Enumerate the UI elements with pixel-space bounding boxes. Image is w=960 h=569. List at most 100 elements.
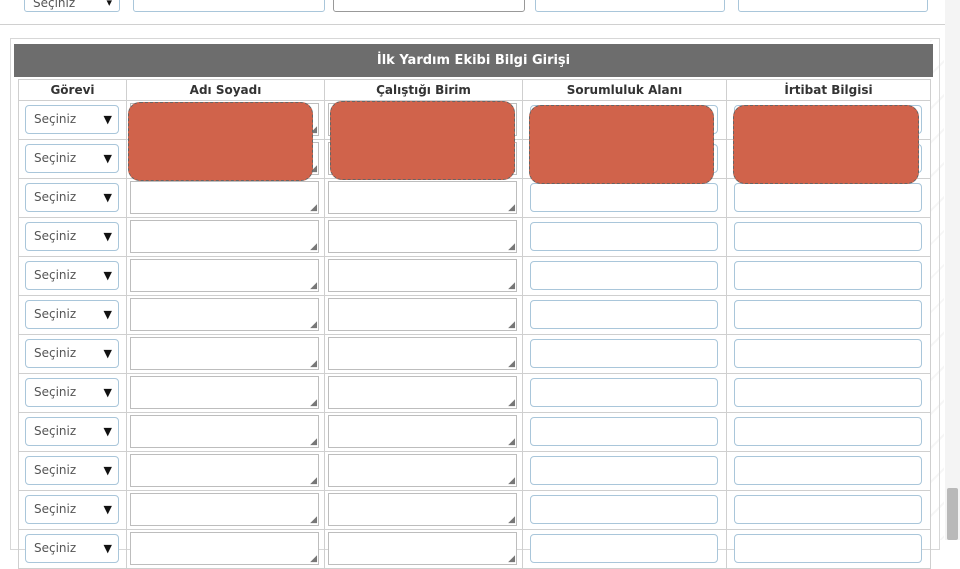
role-select[interactable]: Seçiniz ▼ xyxy=(25,222,119,251)
select-value: Seçiniz xyxy=(34,541,77,555)
resize-handle-icon[interactable]: ◢ xyxy=(310,477,317,486)
contact-input[interactable] xyxy=(734,417,922,446)
contact-input[interactable] xyxy=(734,339,922,368)
resize-handle-icon[interactable]: ◢ xyxy=(310,360,317,369)
resize-handle-icon[interactable]: ◢ xyxy=(508,204,515,213)
responsibility-input[interactable] xyxy=(530,417,718,446)
name-cell: ◢ xyxy=(126,490,325,530)
responsibility-cell xyxy=(522,256,727,296)
chevron-down-icon: ▼ xyxy=(103,386,112,399)
table-row: Seçiniz ▼ ◢ ◢ xyxy=(18,490,931,530)
previous-contact-input[interactable] xyxy=(738,0,928,12)
unit-textarea[interactable]: ◢ xyxy=(328,415,517,448)
column-header-name: Adı Soyadı xyxy=(126,79,325,101)
chevron-down-icon: ▼ xyxy=(103,542,112,555)
contact-input[interactable] xyxy=(734,534,922,563)
name-textarea[interactable]: ◢ xyxy=(130,337,319,370)
select-value: Seçiniz xyxy=(34,151,77,165)
name-cell: ◢ xyxy=(126,373,325,413)
name-textarea[interactable]: ◢ xyxy=(130,259,319,292)
role-cell: Seçiniz ▼ xyxy=(18,217,127,257)
chevron-down-icon: ▼ xyxy=(103,347,112,360)
name-textarea[interactable]: ◢ xyxy=(130,376,319,409)
role-select[interactable]: Seçiniz ▼ xyxy=(25,144,119,173)
name-textarea[interactable]: ◢ xyxy=(130,415,319,448)
resize-handle-icon[interactable]: ◢ xyxy=(508,399,515,408)
resize-handle-icon[interactable]: ◢ xyxy=(310,282,317,291)
name-textarea[interactable]: ◢ xyxy=(130,181,319,214)
name-cell: ◢ xyxy=(126,256,325,296)
previous-area-input[interactable] xyxy=(535,0,725,12)
contact-input[interactable] xyxy=(734,261,922,290)
role-select[interactable]: Seçiniz ▼ xyxy=(25,495,119,524)
resize-handle-icon[interactable]: ◢ xyxy=(508,321,515,330)
unit-textarea[interactable]: ◢ xyxy=(328,493,517,526)
previous-name-textarea[interactable] xyxy=(133,0,325,12)
name-textarea[interactable]: ◢ xyxy=(130,298,319,331)
resize-handle-icon[interactable]: ◢ xyxy=(508,360,515,369)
role-cell: Seçiniz ▼ xyxy=(18,490,127,530)
contact-input[interactable] xyxy=(734,495,922,524)
responsibility-input[interactable] xyxy=(530,300,718,329)
responsibility-input[interactable] xyxy=(530,378,718,407)
unit-textarea[interactable]: ◢ xyxy=(328,181,517,214)
resize-handle-icon[interactable]: ◢ xyxy=(508,438,515,447)
scrollbar-track[interactable] xyxy=(945,0,960,540)
name-textarea[interactable]: ◢ xyxy=(130,493,319,526)
contact-input[interactable] xyxy=(734,300,922,329)
unit-textarea[interactable]: ◢ xyxy=(328,298,517,331)
role-select[interactable]: Seçiniz ▼ xyxy=(25,378,119,407)
role-select[interactable]: Seçiniz ▼ xyxy=(25,183,119,212)
name-textarea[interactable]: ◢ xyxy=(130,532,319,565)
unit-cell: ◢ xyxy=(324,490,523,530)
resize-handle-icon[interactable]: ◢ xyxy=(310,321,317,330)
responsibility-input[interactable] xyxy=(530,495,718,524)
name-textarea[interactable]: ◢ xyxy=(130,220,319,253)
name-textarea[interactable]: ◢ xyxy=(130,454,319,487)
responsibility-input[interactable] xyxy=(530,456,718,485)
resize-handle-icon[interactable]: ◢ xyxy=(310,516,317,525)
previous-unit-textarea[interactable] xyxy=(333,0,525,12)
responsibility-input[interactable] xyxy=(530,261,718,290)
contact-input[interactable] xyxy=(734,183,922,212)
role-select[interactable]: Seçiniz ▼ xyxy=(25,105,119,134)
table-row: Seçiniz ▼ ◢ ◢ xyxy=(18,529,931,569)
unit-textarea[interactable]: ◢ xyxy=(328,259,517,292)
role-select[interactable]: Seçiniz ▼ xyxy=(25,261,119,290)
resize-handle-icon[interactable]: ◢ xyxy=(508,243,515,252)
unit-textarea[interactable]: ◢ xyxy=(328,454,517,487)
chevron-down-icon: ▼ xyxy=(103,464,112,477)
unit-cell: ◢ xyxy=(324,451,523,491)
responsibility-input[interactable] xyxy=(530,183,718,212)
responsibility-cell xyxy=(522,373,727,413)
unit-textarea[interactable]: ◢ xyxy=(328,532,517,565)
responsibility-input[interactable] xyxy=(530,534,718,563)
unit-textarea[interactable]: ◢ xyxy=(328,220,517,253)
unit-textarea[interactable]: ◢ xyxy=(328,376,517,409)
resize-handle-icon[interactable]: ◢ xyxy=(310,204,317,213)
resize-handle-icon[interactable]: ◢ xyxy=(310,399,317,408)
resize-handle-icon[interactable]: ◢ xyxy=(310,243,317,252)
contact-input[interactable] xyxy=(734,456,922,485)
resize-handle-icon[interactable]: ◢ xyxy=(508,282,515,291)
name-cell: ◢ xyxy=(126,178,325,218)
scrollbar-thumb[interactable] xyxy=(947,488,958,540)
role-select[interactable]: Seçiniz ▼ xyxy=(25,339,119,368)
previous-role-select[interactable]: Seçiniz xyxy=(24,0,120,13)
resize-handle-icon[interactable]: ◢ xyxy=(310,438,317,447)
resize-handle-icon[interactable]: ◢ xyxy=(508,516,515,525)
contact-input[interactable] xyxy=(734,222,922,251)
role-select[interactable]: Seçiniz ▼ xyxy=(25,300,119,329)
table-row: Seçiniz ▼ ◢ ◢ xyxy=(18,334,931,374)
unit-textarea[interactable]: ◢ xyxy=(328,337,517,370)
role-select[interactable]: Seçiniz ▼ xyxy=(25,534,119,563)
resize-handle-icon[interactable]: ◢ xyxy=(508,555,515,564)
resize-handle-icon[interactable]: ◢ xyxy=(310,555,317,564)
responsibility-input[interactable] xyxy=(530,222,718,251)
table-row: Seçiniz ▼ ◢ ◢ xyxy=(18,178,931,218)
contact-input[interactable] xyxy=(734,378,922,407)
resize-handle-icon[interactable]: ◢ xyxy=(508,477,515,486)
role-select[interactable]: Seçiniz ▼ xyxy=(25,456,119,485)
responsibility-input[interactable] xyxy=(530,339,718,368)
role-select[interactable]: Seçiniz ▼ xyxy=(25,417,119,446)
